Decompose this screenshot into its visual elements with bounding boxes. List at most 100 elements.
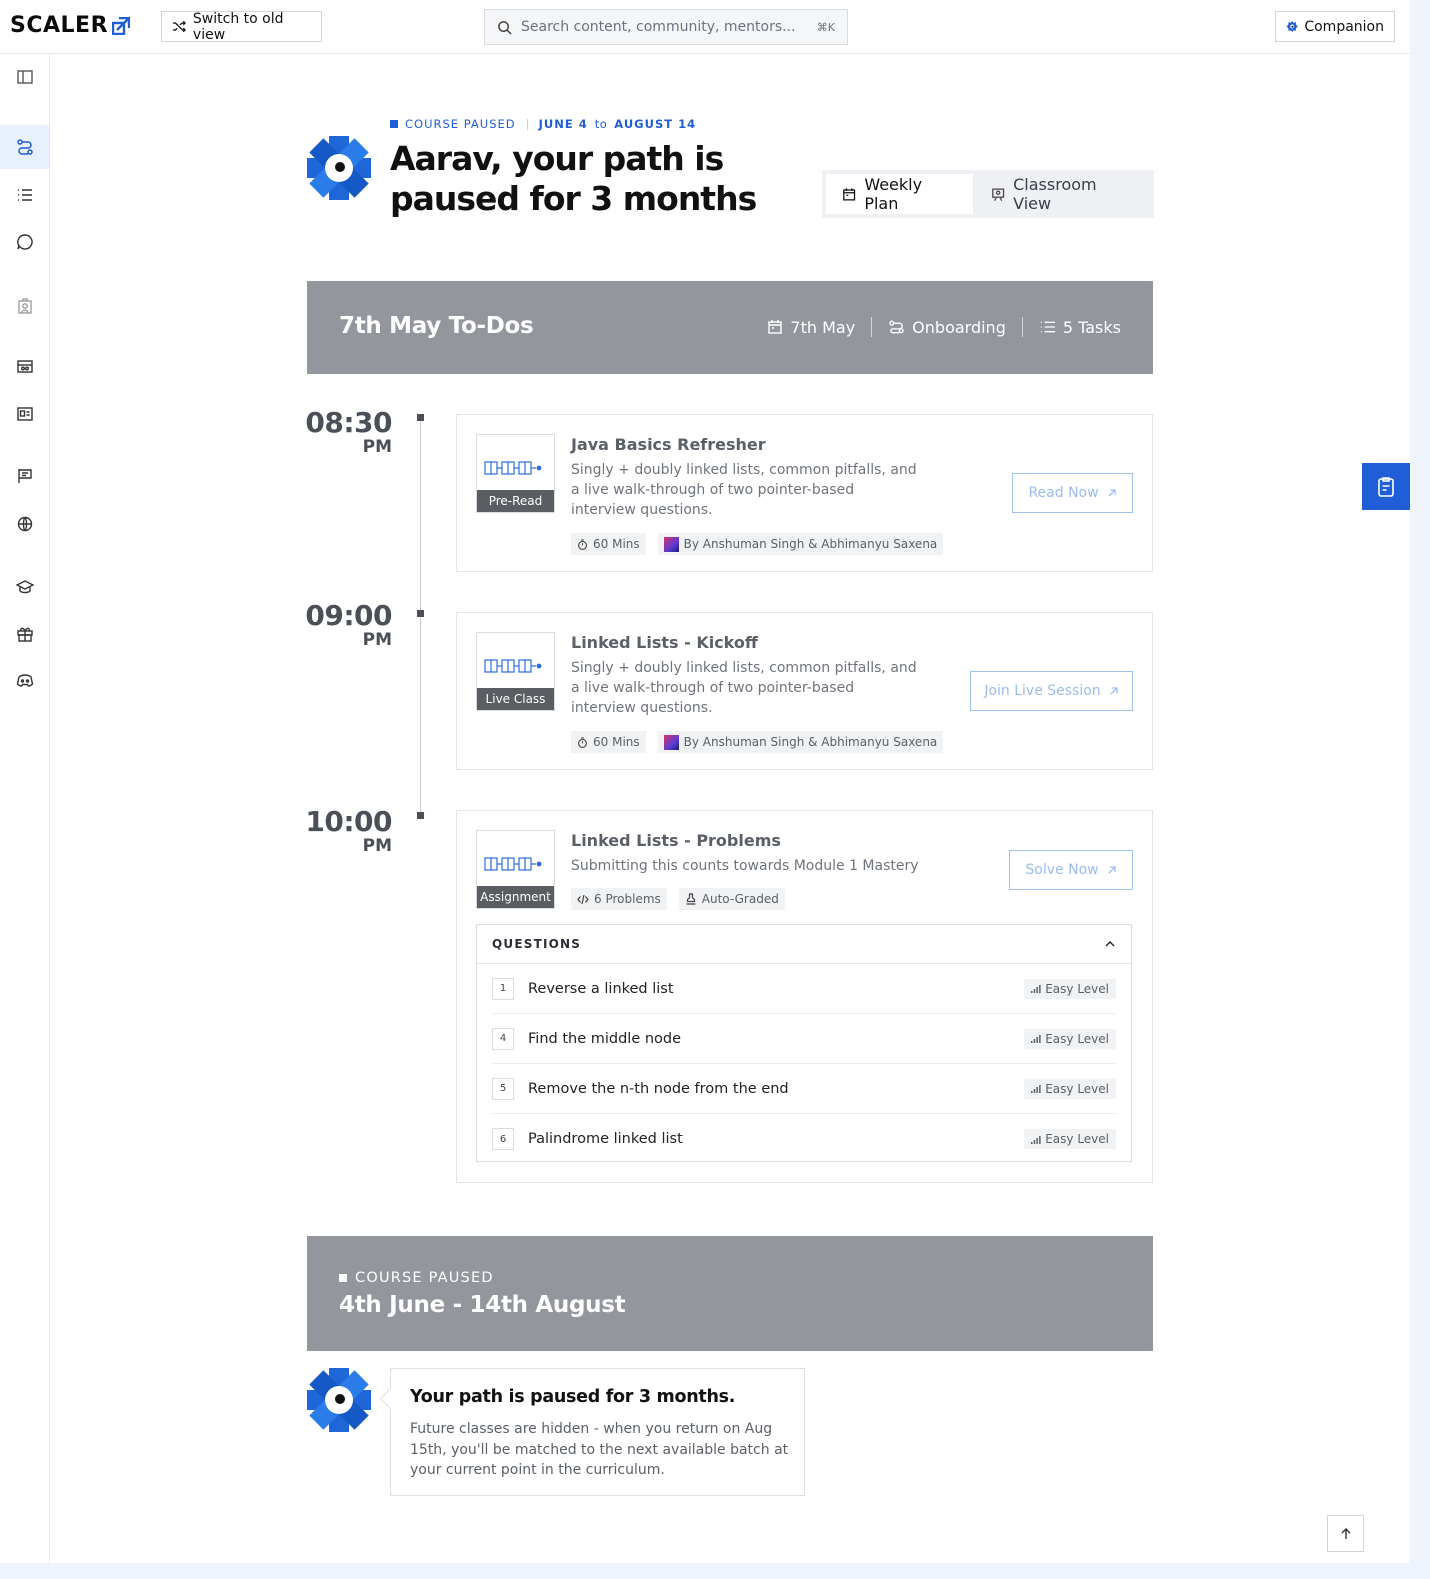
route-icon bbox=[889, 320, 904, 334]
board-icon bbox=[17, 469, 32, 483]
divider bbox=[526, 118, 528, 130]
task-description: Singly + doubly linked lists, common pit… bbox=[571, 462, 917, 518]
arrow-up-right-icon bbox=[1108, 866, 1116, 874]
join-live-session-button[interactable]: Join Live Session bbox=[970, 671, 1133, 711]
code-icon bbox=[577, 894, 589, 904]
top-bar: SCALER Switch to old view Search content… bbox=[0, 0, 1410, 54]
tab-weekly-plan[interactable]: Weekly Plan bbox=[826, 174, 973, 214]
grading-chip: Auto-Graded bbox=[678, 888, 785, 910]
switch-old-view-button[interactable]: Switch to old view bbox=[161, 11, 322, 43]
avatar bbox=[663, 734, 679, 750]
task-card: Live Class Linked Lists - Kickoff Singly… bbox=[456, 612, 1153, 770]
time-slot: 08:30 PM bbox=[300, 409, 392, 458]
question-row[interactable]: 1 Reverse a linked list Easy Level bbox=[492, 964, 1116, 1014]
course-status-line: COURSE PAUSED JUNE 4 to AUGUST 14 bbox=[390, 117, 696, 131]
todo-meta: 7th May Onboarding 5 Tasks bbox=[751, 317, 1121, 337]
timeline-dot bbox=[417, 414, 424, 421]
companion-button[interactable]: Companion bbox=[1275, 11, 1395, 42]
pause-message-title: Your path is paused for 3 months. bbox=[410, 1387, 736, 1407]
pause-banner: COURSE PAUSED 4th June - 14th August bbox=[307, 1236, 1153, 1351]
sidebar-item-list[interactable] bbox=[0, 173, 49, 217]
globe-icon bbox=[17, 516, 32, 532]
avatar bbox=[663, 536, 679, 552]
todo-tasks: 5 Tasks bbox=[1023, 318, 1121, 337]
join-live-session-label: Join Live Session bbox=[984, 683, 1101, 699]
signal-icon bbox=[1031, 1035, 1041, 1043]
timer-icon bbox=[578, 538, 587, 550]
task-thumbnail: Live Class bbox=[476, 632, 555, 711]
todo-title: 7th May To-Dos bbox=[339, 313, 534, 339]
instructor-chip: By Anshuman Singh & Abhimanyu Saxena bbox=[657, 731, 944, 753]
chevron-up-icon bbox=[1105, 941, 1115, 947]
id-card-icon bbox=[16, 407, 33, 421]
pause-message-body: Future classes are hidden - when you ret… bbox=[410, 1421, 789, 1478]
classroom-icon bbox=[991, 188, 1004, 201]
linked-list-icon bbox=[484, 857, 542, 871]
question-title: Find the middle node bbox=[528, 1030, 682, 1047]
linked-list-icon bbox=[484, 659, 542, 673]
task-meta: 60 Mins By Anshuman Singh & Abhimanyu Sa… bbox=[571, 731, 944, 753]
discord-icon bbox=[16, 674, 33, 687]
time-ampm: PM bbox=[362, 437, 392, 457]
graduation-cap-icon bbox=[15, 580, 34, 594]
signal-icon bbox=[1031, 1135, 1041, 1144]
notes-button[interactable] bbox=[1362, 463, 1410, 510]
task-title[interactable]: Linked Lists - Problems bbox=[571, 831, 781, 850]
task-title[interactable]: Java Basics Refresher bbox=[571, 435, 766, 454]
solve-now-label: Solve Now bbox=[1025, 862, 1099, 878]
sidebar-item-board[interactable] bbox=[0, 454, 49, 498]
linked-list-icon bbox=[484, 461, 542, 475]
sidebar-item-gifts[interactable] bbox=[0, 612, 49, 656]
questions-header[interactable]: QUESTIONS bbox=[477, 925, 1131, 964]
question-title: Remove the n-th node from the end bbox=[528, 1080, 789, 1097]
sidebar-item-discord[interactable] bbox=[0, 659, 49, 703]
sidebar-item-card[interactable] bbox=[0, 344, 49, 388]
task-card: Assignment Linked Lists - Problems Submi… bbox=[456, 810, 1153, 1183]
time-value: 09:00 bbox=[305, 599, 392, 632]
time-ampm: PM bbox=[362, 836, 392, 856]
time-slot: 09:00 PM bbox=[300, 599, 392, 651]
sidebar-item-id[interactable] bbox=[0, 392, 49, 436]
shuffle-icon bbox=[172, 20, 186, 33]
path-icon bbox=[16, 139, 33, 155]
search-shortcut: ⌘K bbox=[816, 20, 835, 34]
difficulty-label: Easy Level bbox=[1045, 1081, 1109, 1096]
sidebar-item-courses[interactable] bbox=[0, 565, 49, 609]
sidebar-item-mentor[interactable] bbox=[0, 284, 49, 328]
logo-text: SCALER bbox=[10, 13, 109, 38]
grading-label: Auto-Graded bbox=[701, 892, 779, 906]
todo-date-label: 7th May bbox=[790, 317, 856, 337]
problems-label: 6 Problems bbox=[594, 892, 661, 906]
pause-status-label: COURSE PAUSED bbox=[355, 1270, 494, 1286]
difficulty-label: Easy Level bbox=[1045, 1031, 1109, 1046]
status-square-icon bbox=[339, 1274, 347, 1282]
sidebar-toggle[interactable] bbox=[0, 55, 49, 99]
solve-now-button[interactable]: Solve Now bbox=[1009, 850, 1133, 890]
read-now-button[interactable]: Read Now bbox=[1012, 473, 1133, 513]
list-icon bbox=[17, 189, 32, 201]
question-row[interactable]: 4 Find the middle node Easy Level bbox=[492, 1014, 1116, 1064]
question-row[interactable]: 6 Palindrome linked list Easy Level bbox=[492, 1114, 1116, 1164]
sidebar-item-chat[interactable] bbox=[0, 220, 49, 264]
pause-dates: 4th June - 14th August bbox=[339, 1292, 626, 1318]
instructor-chip: By Anshuman Singh & Abhimanyu Saxena bbox=[657, 533, 944, 555]
mascot-icon bbox=[307, 1368, 371, 1432]
scaler-logo[interactable]: SCALER bbox=[10, 13, 131, 38]
search-input[interactable]: Search content, community, mentors... ⌘K bbox=[484, 9, 848, 45]
question-row[interactable]: 5 Remove the n-th node from the end Easy… bbox=[492, 1064, 1116, 1114]
scroll-to-top-button[interactable] bbox=[1327, 1515, 1364, 1552]
sidebar-item-globe[interactable] bbox=[0, 502, 49, 546]
questions-label: QUESTIONS bbox=[492, 937, 582, 951]
tab-classroom-view[interactable]: Classroom View bbox=[975, 174, 1150, 214]
stamp-icon bbox=[686, 893, 696, 905]
sidebar-item-path[interactable] bbox=[0, 125, 49, 169]
task-description: Singly + doubly linked lists, common pit… bbox=[571, 660, 917, 716]
sidebar bbox=[0, 54, 50, 1563]
chat-icon bbox=[16, 234, 33, 250]
duration-chip: 60 Mins bbox=[571, 533, 646, 555]
task-title[interactable]: Linked Lists - Kickoff bbox=[571, 633, 758, 652]
timeline-dot bbox=[417, 812, 424, 819]
questions-panel: QUESTIONS 1 Reverse a linked list Easy L… bbox=[476, 924, 1132, 1162]
question-title: Reverse a linked list bbox=[528, 980, 674, 997]
todo-tasks-label: 5 Tasks bbox=[1062, 317, 1121, 337]
